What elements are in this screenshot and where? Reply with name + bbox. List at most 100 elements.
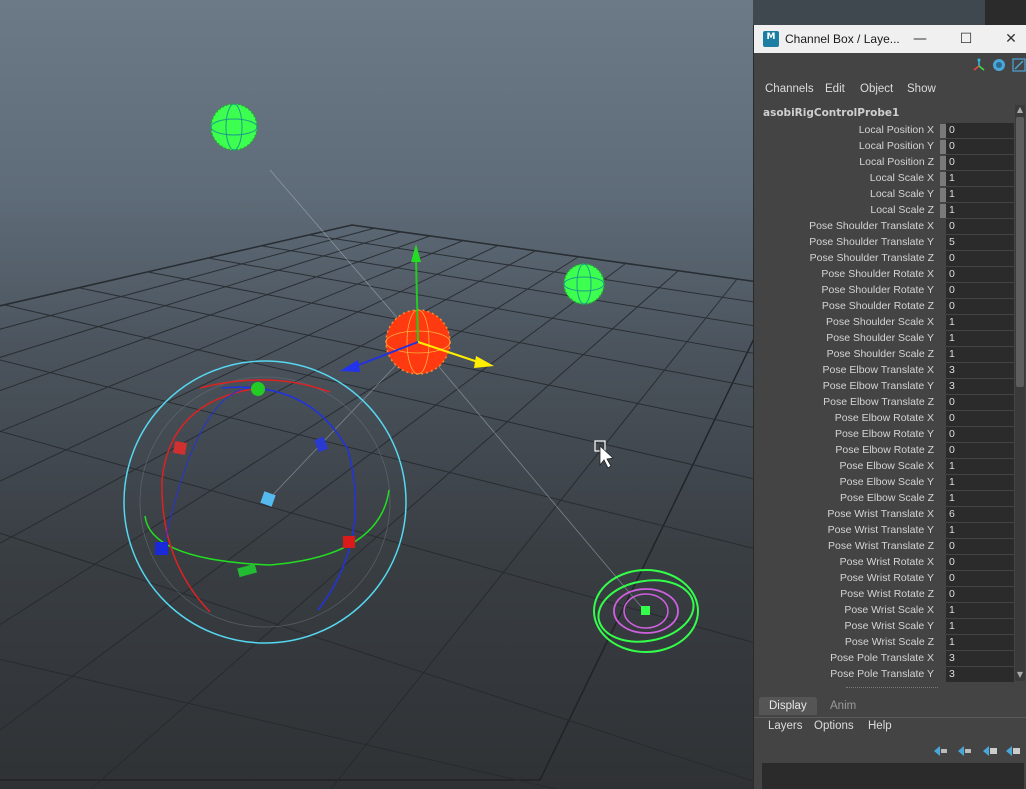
channel-row[interactable]: Pose Shoulder Scale X 1 bbox=[754, 315, 1014, 331]
channel-label[interactable]: Pose Wrist Scale Z bbox=[845, 636, 934, 648]
channel-label[interactable]: Pose Wrist Translate Z bbox=[828, 540, 934, 552]
channel-row[interactable]: Pose Wrist Translate X 6 bbox=[754, 507, 1014, 523]
channel-value-field[interactable]: 1 bbox=[946, 331, 1014, 346]
channel-row[interactable]: Pose Elbow Translate X 3 bbox=[754, 363, 1014, 379]
channel-value-field[interactable]: 0 bbox=[946, 139, 1014, 154]
channel-label[interactable]: Pose Shoulder Translate Z bbox=[810, 252, 934, 264]
channel-row[interactable]: Pose Shoulder Translate Y 5 bbox=[754, 235, 1014, 251]
channel-label[interactable]: Pose Shoulder Scale X bbox=[826, 316, 934, 328]
channel-value-field[interactable]: 0 bbox=[946, 155, 1014, 170]
channel-value-field[interactable]: 0 bbox=[946, 299, 1014, 314]
menu-show[interactable]: Show bbox=[907, 83, 936, 95]
menu-layers[interactable]: Layers bbox=[768, 720, 803, 732]
maximize-button[interactable]: ☐ bbox=[952, 29, 980, 49]
channel-label[interactable]: Pose Wrist Rotate Z bbox=[840, 588, 934, 600]
channel-row[interactable]: Pose Elbow Translate Y 3 bbox=[754, 379, 1014, 395]
channel-row[interactable]: Pose Pole Translate X 3 bbox=[754, 651, 1014, 667]
channel-label[interactable]: Pose Wrist Scale X bbox=[844, 604, 934, 616]
channel-value-field[interactable]: 0 bbox=[946, 251, 1014, 266]
channel-row[interactable]: Local Position Y 0 bbox=[754, 139, 1014, 155]
channel-label[interactable]: Pose Wrist Translate X bbox=[827, 508, 934, 520]
edit-icon[interactable] bbox=[1012, 58, 1026, 72]
channel-row[interactable]: Pose Wrist Translate Y 1 bbox=[754, 523, 1014, 539]
channel-row[interactable]: Pose Wrist Translate Z 0 bbox=[754, 539, 1014, 555]
channel-label[interactable]: Pose Shoulder Translate Y bbox=[809, 236, 934, 248]
channel-value-field[interactable]: 1 bbox=[946, 619, 1014, 634]
channel-scrollbar[interactable]: ▲ ▼ bbox=[1015, 105, 1025, 681]
channel-row[interactable]: Pose Wrist Rotate X 0 bbox=[754, 555, 1014, 571]
channel-value-field[interactable]: 1 bbox=[946, 203, 1014, 218]
channel-value-field[interactable]: 0 bbox=[946, 267, 1014, 282]
channel-label[interactable]: Pose Elbow Scale Y bbox=[840, 476, 934, 488]
channel-label[interactable]: Pose Elbow Rotate Y bbox=[835, 428, 934, 440]
channel-value-field[interactable]: 0 bbox=[946, 123, 1014, 138]
channel-row[interactable]: Pose Wrist Scale X 1 bbox=[754, 603, 1014, 619]
channel-value-field[interactable]: 5 bbox=[946, 235, 1014, 250]
channel-label[interactable]: Pose Shoulder Scale Z bbox=[827, 348, 934, 360]
channel-row[interactable]: Pose Shoulder Translate Z 0 bbox=[754, 251, 1014, 267]
channel-label[interactable]: Pose Elbow Rotate X bbox=[835, 412, 934, 424]
channel-label[interactable]: Pose Wrist Rotate Y bbox=[840, 572, 934, 584]
3d-viewport[interactable] bbox=[0, 0, 753, 789]
scroll-up-arrow-icon[interactable]: ▲ bbox=[1016, 106, 1024, 114]
menu-options[interactable]: Options bbox=[814, 720, 854, 732]
channel-value-field[interactable]: 1 bbox=[946, 475, 1014, 490]
channel-value-field[interactable]: 3 bbox=[946, 379, 1014, 394]
move-layer-down-icon[interactable] bbox=[956, 745, 972, 757]
channel-row[interactable]: Pose Shoulder Scale Z 1 bbox=[754, 347, 1014, 363]
channel-value-field[interactable]: 1 bbox=[946, 635, 1014, 650]
channel-label[interactable]: Pose Wrist Translate Y bbox=[828, 524, 934, 536]
elbow-control-sphere[interactable] bbox=[563, 263, 605, 305]
channel-value-field[interactable]: 1 bbox=[946, 171, 1014, 186]
channel-row[interactable]: Local Scale Z 1 bbox=[754, 203, 1014, 219]
channel-value-field[interactable]: 1 bbox=[946, 523, 1014, 538]
move-layer-up-icon[interactable] bbox=[932, 745, 948, 757]
channel-row[interactable]: Pose Elbow Rotate Y 0 bbox=[754, 427, 1014, 443]
channel-row[interactable]: Pose Shoulder Rotate X 0 bbox=[754, 267, 1014, 283]
channel-row[interactable]: Local Scale X 1 bbox=[754, 171, 1014, 187]
channel-label[interactable]: Pose Elbow Translate Z bbox=[823, 396, 934, 408]
channel-label[interactable]: Local Scale Y bbox=[870, 188, 934, 200]
new-layer-from-selected-icon[interactable] bbox=[1005, 745, 1021, 757]
channel-row[interactable]: Pose Elbow Scale Y 1 bbox=[754, 475, 1014, 491]
channel-row[interactable]: Local Position Z 0 bbox=[754, 155, 1014, 171]
scroll-thumb[interactable] bbox=[1016, 117, 1024, 387]
channel-value-field[interactable]: 0 bbox=[946, 555, 1014, 570]
minimize-button[interactable]: — bbox=[906, 29, 934, 49]
channel-label[interactable]: Local Position X bbox=[859, 124, 934, 136]
channel-value-field[interactable]: 3 bbox=[946, 651, 1014, 666]
scroll-down-arrow-icon[interactable]: ▼ bbox=[1016, 671, 1024, 679]
close-button[interactable]: ✕ bbox=[997, 29, 1025, 49]
channel-label[interactable]: Pose Shoulder Rotate Y bbox=[822, 284, 934, 296]
channel-label[interactable]: Pose Shoulder Translate X bbox=[809, 220, 934, 232]
probe-control[interactable] bbox=[123, 360, 407, 644]
channel-row[interactable]: Pose Shoulder Scale Y 1 bbox=[754, 331, 1014, 347]
menu-help[interactable]: Help bbox=[868, 720, 892, 732]
channel-value-field[interactable]: 0 bbox=[946, 571, 1014, 586]
channel-label[interactable]: Pose Shoulder Scale Y bbox=[826, 332, 934, 344]
channel-row[interactable]: Pose Shoulder Translate X 0 bbox=[754, 219, 1014, 235]
channel-row[interactable]: Pose Wrist Rotate Y 0 bbox=[754, 571, 1014, 587]
menu-edit[interactable]: Edit bbox=[825, 83, 845, 95]
channel-label[interactable]: Pose Pole Translate Y bbox=[830, 668, 934, 680]
node-name[interactable]: asobiRigControlProbe1 bbox=[763, 107, 899, 119]
channel-label[interactable]: Pose Elbow Translate X bbox=[823, 364, 934, 376]
channel-row[interactable]: Pose Wrist Scale Z 1 bbox=[754, 635, 1014, 651]
channel-value-field[interactable]: 0 bbox=[946, 219, 1014, 234]
channel-label[interactable]: Pose Elbow Translate Y bbox=[823, 380, 934, 392]
viewport-scene[interactable] bbox=[0, 0, 753, 789]
menu-channels[interactable]: Channels bbox=[765, 83, 814, 95]
channel-value-field[interactable]: 0 bbox=[946, 427, 1014, 442]
channel-label[interactable]: Pose Elbow Scale X bbox=[839, 460, 934, 472]
tab-display[interactable]: Display bbox=[759, 697, 817, 715]
channel-value-field[interactable]: 1 bbox=[946, 315, 1014, 330]
channel-label[interactable]: Pose Pole Translate X bbox=[830, 652, 934, 664]
channel-row[interactable]: Pose Wrist Rotate Z 0 bbox=[754, 587, 1014, 603]
channel-value-field[interactable]: 3 bbox=[946, 667, 1014, 682]
channel-label[interactable]: Local Scale Z bbox=[870, 204, 934, 216]
channel-value-field[interactable]: 3 bbox=[946, 363, 1014, 378]
channel-value-field[interactable]: 1 bbox=[946, 491, 1014, 506]
channel-value-field[interactable]: 0 bbox=[946, 587, 1014, 602]
panel-resize-handle[interactable] bbox=[846, 687, 938, 690]
new-layer-icon[interactable] bbox=[982, 745, 998, 757]
